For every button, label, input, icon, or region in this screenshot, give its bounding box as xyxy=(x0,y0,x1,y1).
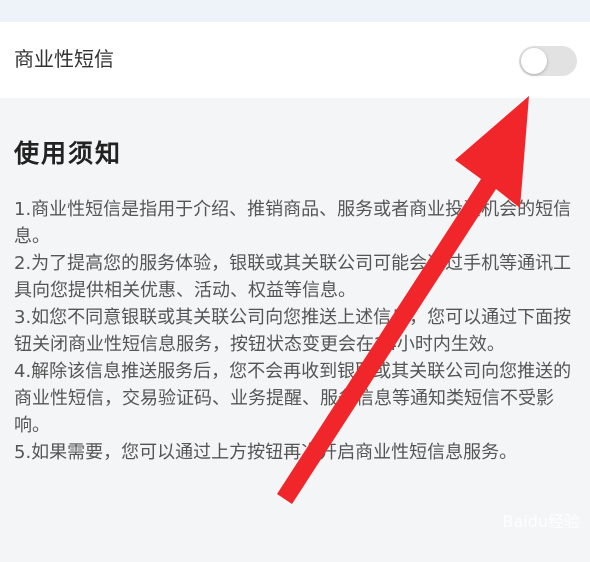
notice-title: 使用须知 xyxy=(14,139,123,168)
notice-item: 2.为了提高您的服务体验，银联或其关联公司可能会通过手机等通讯工具向您提供相关优… xyxy=(14,253,572,301)
notice-item: 3.如您不同意银联或其关联公司向您推送上述信息，您可以通过下面按钮关闭商业性短信… xyxy=(14,307,572,355)
notice-body: 1.商业性短信是指用于介绍、推销商品、服务或者商业投资机会的短信息。 2.为了提… xyxy=(14,196,576,466)
notice-item: 1.商业性短信是指用于介绍、推销商品、服务或者商业投资机会的短信息。 xyxy=(14,199,572,247)
notice-section: 使用须知 1.商业性短信是指用于介绍、推销商品、服务或者商业投资机会的短信息。 … xyxy=(0,112,590,562)
top-strip xyxy=(0,0,590,22)
notice-item: 4.解除该信息推送服务后，您不会再收到银联或其关联公司向您推送的商业性短信，交易… xyxy=(14,361,572,436)
commercial-sms-setting-row: 商业性短信 xyxy=(0,22,590,98)
toggle-knob xyxy=(521,48,547,74)
baidu-watermark: Baidu经验 xyxy=(502,512,580,531)
setting-label: 商业性短信 xyxy=(14,47,114,71)
commercial-sms-toggle[interactable] xyxy=(519,46,577,76)
notice-item: 5.如果需要，您可以通过上方按钮再次开启商业性短信息服务。 xyxy=(14,442,518,463)
